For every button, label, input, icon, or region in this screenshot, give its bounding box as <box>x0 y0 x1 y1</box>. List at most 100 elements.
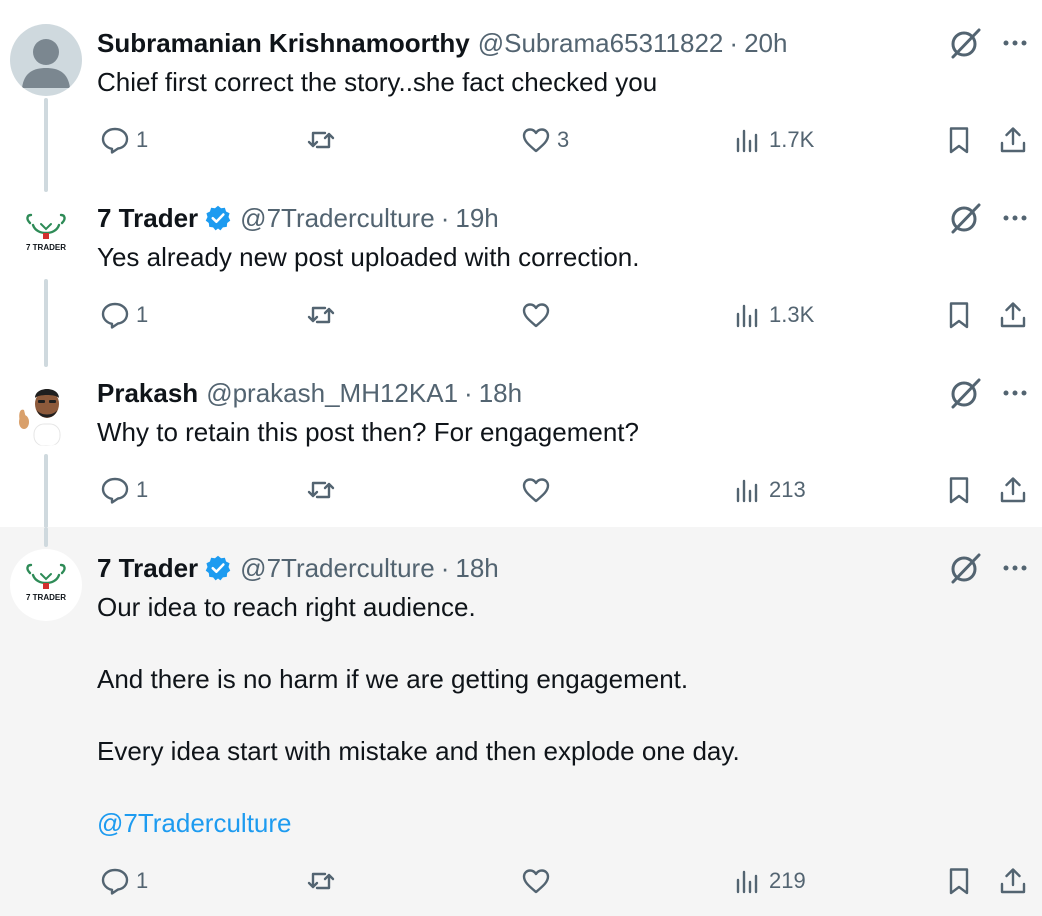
reply-count: 1 <box>136 477 149 502</box>
action-bar: 1 219 <box>0 861 1042 901</box>
retweet-button[interactable] <box>306 470 342 510</box>
views-icon <box>736 304 758 328</box>
reply-icon <box>101 477 129 504</box>
reply-button[interactable]: 1 <box>100 120 148 160</box>
avatar[interactable]: 7 TRADER <box>10 549 82 621</box>
timestamp[interactable]: 18h <box>455 553 498 584</box>
user-handle[interactable]: @prakash_MH12KA1 <box>206 378 458 409</box>
grok-icon[interactable] <box>948 201 982 235</box>
share-icon <box>1000 127 1026 153</box>
views-icon <box>736 129 758 153</box>
reply-button[interactable]: 1 <box>100 295 148 335</box>
bookmark-button[interactable] <box>944 120 974 160</box>
grok-icon[interactable] <box>948 551 982 585</box>
reply-icon <box>101 302 129 329</box>
user-handle[interactable]: @7Traderculture <box>240 203 435 234</box>
views-count: 213 <box>769 477 806 502</box>
retweet-icon <box>307 872 335 890</box>
tweet-header: Prakash @prakash_MH12KA1 · 18h <box>97 376 522 410</box>
7trader-logo-icon: 7 TRADER <box>26 563 66 602</box>
retweet-button[interactable] <box>306 120 342 160</box>
user-handle[interactable]: @Subrama65311822 <box>478 28 724 59</box>
display-name[interactable]: 7 Trader <box>97 203 198 234</box>
display-name[interactable]: 7 Trader <box>97 553 198 584</box>
retweet-icon <box>307 131 335 149</box>
retweet-icon <box>307 306 335 324</box>
avatar[interactable] <box>10 374 82 446</box>
verified-badge-icon[interactable] <box>204 554 232 582</box>
tweet-highlighted[interactable]: 7 TRADER 7 Trader @7Traderculture · 18h … <box>0 527 1042 916</box>
tweet-header: 7 Trader @7Traderculture · 19h <box>97 201 499 235</box>
more-icon[interactable] <box>1000 28 1030 58</box>
action-bar: 1 1.3K <box>0 295 1042 335</box>
verified-badge-icon[interactable] <box>204 204 232 232</box>
reply-button[interactable]: 1 <box>100 861 148 901</box>
reply-count: 1 <box>136 127 149 152</box>
retweet-icon <box>307 481 335 499</box>
grok-icon[interactable] <box>948 376 982 410</box>
default-avatar-icon <box>22 39 70 88</box>
reply-icon <box>101 127 129 154</box>
share-button[interactable] <box>998 861 1028 901</box>
heart-icon <box>522 303 550 328</box>
share-button[interactable] <box>998 470 1028 510</box>
heart-icon <box>522 478 550 503</box>
retweet-button[interactable] <box>306 861 342 901</box>
tweet-header: Subramanian Krishnamoorthy @Subrama65311… <box>97 26 787 60</box>
timestamp[interactable]: 20h <box>744 28 787 59</box>
share-icon <box>1000 868 1026 894</box>
display-name[interactable]: Prakash <box>97 378 198 409</box>
share-icon <box>1000 302 1026 328</box>
tweet-text-line: And there is no harm if we are getting e… <box>97 664 689 694</box>
grok-icon[interactable] <box>948 26 982 60</box>
bookmark-button[interactable] <box>944 861 974 901</box>
views-button[interactable]: 219 <box>733 861 806 901</box>
tweet[interactable]: 7 TRADER 7 Trader @7Traderculture · 19h … <box>0 193 1042 367</box>
more-icon[interactable] <box>1000 378 1030 408</box>
like-count: 3 <box>557 127 570 152</box>
reply-count: 1 <box>136 302 149 327</box>
like-button[interactable] <box>521 470 557 510</box>
views-icon <box>736 870 758 894</box>
display-name[interactable]: Subramanian Krishnamoorthy <box>97 28 470 59</box>
action-bar: 1 213 <box>0 470 1042 510</box>
bookmark-button[interactable] <box>944 295 974 335</box>
more-icon[interactable] <box>1000 553 1030 583</box>
avatar-label: 7 TRADER <box>26 243 66 252</box>
like-button[interactable] <box>521 295 557 335</box>
7trader-logo-icon: 7 TRADER <box>26 213 66 252</box>
thread-line <box>44 527 48 547</box>
like-button[interactable]: 3 <box>521 120 569 160</box>
views-count: 1.3K <box>769 302 815 327</box>
tweet[interactable]: Prakash @prakash_MH12KA1 · 18h Why to re… <box>0 368 1042 529</box>
timestamp[interactable]: 18h <box>479 378 522 409</box>
heart-icon <box>522 128 550 153</box>
more-icon[interactable] <box>1000 203 1030 233</box>
bookmark-button[interactable] <box>944 470 974 510</box>
tweet-text-line: Yes already new post uploaded with corre… <box>97 242 640 272</box>
like-button[interactable] <box>521 861 557 901</box>
mention-link[interactable]: @7Traderculture <box>97 805 740 841</box>
separator-dot: · <box>464 377 473 408</box>
user-handle[interactable]: @7Traderculture <box>240 553 435 584</box>
tweet[interactable]: Subramanian Krishnamoorthy @Subrama65311… <box>0 18 1042 192</box>
reply-icon <box>101 868 129 895</box>
reply-button[interactable]: 1 <box>100 470 148 510</box>
tweet-text-line: Chief first correct the story..she fact … <box>97 67 658 97</box>
timestamp[interactable]: 19h <box>455 203 498 234</box>
share-button[interactable] <box>998 295 1028 335</box>
bookmark-icon <box>949 477 969 504</box>
tweet-text: Why to retain this post then? For engage… <box>97 414 639 450</box>
views-count: 219 <box>769 868 806 893</box>
retweet-button[interactable] <box>306 295 342 335</box>
views-button[interactable]: 1.3K <box>733 295 814 335</box>
share-button[interactable] <box>998 120 1028 160</box>
bookmark-icon <box>949 868 969 895</box>
tweet-text-line: Our idea to reach right audience. <box>97 592 476 622</box>
avatar[interactable]: 7 TRADER <box>10 199 82 271</box>
views-button[interactable]: 1.7K <box>733 120 814 160</box>
tweet-text-line: Why to retain this post then? For engage… <box>97 417 639 447</box>
avatar[interactable] <box>10 24 82 96</box>
tweet-text-line: Every idea start with mistake and then e… <box>97 736 740 766</box>
views-button[interactable]: 213 <box>733 470 806 510</box>
